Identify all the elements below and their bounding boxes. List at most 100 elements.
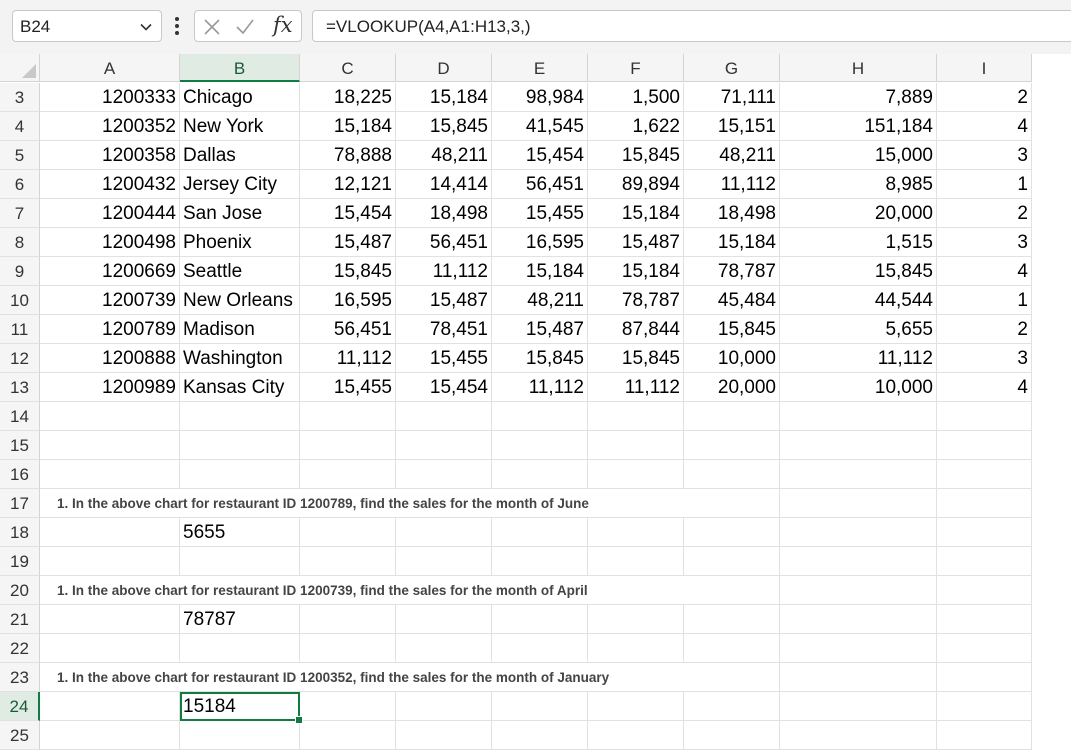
- cell-g8[interactable]: 15,184: [684, 228, 780, 257]
- cell-f10[interactable]: 78,787: [588, 286, 684, 315]
- cell-g24[interactable]: [684, 692, 780, 721]
- insert-function-icon[interactable]: fx: [273, 13, 293, 37]
- row-header-18[interactable]: 18: [0, 518, 40, 547]
- cell-b11[interactable]: Madison: [180, 315, 300, 344]
- cell-a4[interactable]: 1200352: [40, 112, 180, 141]
- cell-a11[interactable]: 1200789: [40, 315, 180, 344]
- cell-f25[interactable]: [588, 721, 684, 750]
- cell-c24[interactable]: [300, 692, 396, 721]
- cell-d16[interactable]: [396, 460, 492, 489]
- cell-f20[interactable]: [588, 576, 684, 605]
- cell-b12[interactable]: Washington: [180, 344, 300, 373]
- cell-i24[interactable]: [937, 692, 1032, 721]
- cell-e12[interactable]: 15,845: [492, 344, 588, 373]
- cell-e6[interactable]: 56,451: [492, 170, 588, 199]
- cell-d7[interactable]: 18,498: [396, 199, 492, 228]
- cell-e4[interactable]: 41,545: [492, 112, 588, 141]
- cell-a22[interactable]: [40, 634, 180, 663]
- cell-a15[interactable]: [40, 431, 180, 460]
- cell-a13[interactable]: 1200989: [40, 373, 180, 402]
- cell-b4[interactable]: New York: [180, 112, 300, 141]
- row-header-12[interactable]: 12: [0, 344, 40, 373]
- cell-f24[interactable]: [588, 692, 684, 721]
- cell-g22[interactable]: [684, 634, 780, 663]
- cell-d11[interactable]: 78,451: [396, 315, 492, 344]
- cell-g14[interactable]: [684, 402, 780, 431]
- cell-a5[interactable]: 1200358: [40, 141, 180, 170]
- cell-h25[interactable]: [780, 721, 937, 750]
- chevron-down-icon[interactable]: [139, 20, 153, 34]
- cell-g3[interactable]: 71,111: [684, 83, 780, 112]
- cell-b22[interactable]: [180, 634, 300, 663]
- cell-a19[interactable]: [40, 547, 180, 576]
- cell-b7[interactable]: San Jose: [180, 199, 300, 228]
- cell-d24[interactable]: [396, 692, 492, 721]
- cell-a16[interactable]: [40, 460, 180, 489]
- cell-i13[interactable]: 4: [937, 373, 1032, 402]
- cell-h10[interactable]: 44,544: [780, 286, 937, 315]
- row-header-25[interactable]: 25: [0, 721, 40, 750]
- cell-c15[interactable]: [300, 431, 396, 460]
- cell-d4[interactable]: 15,845: [396, 112, 492, 141]
- row-header-3[interactable]: 3: [0, 83, 40, 112]
- column-header-h[interactable]: H: [780, 54, 937, 82]
- cell-a21[interactable]: [40, 605, 180, 634]
- row-header-13[interactable]: 13: [0, 373, 40, 402]
- check-icon[interactable]: [235, 18, 255, 36]
- cell-i23[interactable]: [937, 663, 1032, 692]
- cell-i3[interactable]: 2: [937, 83, 1032, 112]
- cancel-icon[interactable]: [203, 18, 221, 36]
- cell-d25[interactable]: [396, 721, 492, 750]
- cell-d19[interactable]: [396, 547, 492, 576]
- cell-b9[interactable]: Seattle: [180, 257, 300, 286]
- row-header-10[interactable]: 10: [0, 286, 40, 315]
- cell-e15[interactable]: [492, 431, 588, 460]
- cell-h12[interactable]: 11,112: [780, 344, 937, 373]
- cell-h6[interactable]: 8,985: [780, 170, 937, 199]
- cell-i19[interactable]: [937, 547, 1032, 576]
- cell-a20[interactable]: 1. In the above chart for restaurant ID …: [40, 576, 588, 605]
- cell-h20[interactable]: [780, 576, 937, 605]
- cell-i12[interactable]: 3: [937, 344, 1032, 373]
- cell-c4[interactable]: 15,184: [300, 112, 396, 141]
- column-header-a[interactable]: A: [40, 54, 180, 82]
- column-header-e[interactable]: E: [492, 54, 588, 82]
- cell-e25[interactable]: [492, 721, 588, 750]
- cell-f11[interactable]: 87,844: [588, 315, 684, 344]
- cell-e10[interactable]: 48,211: [492, 286, 588, 315]
- cell-h19[interactable]: [780, 547, 937, 576]
- cell-b10[interactable]: New Orleans: [180, 286, 300, 315]
- row-header-15[interactable]: 15: [0, 431, 40, 460]
- cell-c9[interactable]: 15,845: [300, 257, 396, 286]
- cell-f5[interactable]: 15,845: [588, 141, 684, 170]
- cell-c5[interactable]: 78,888: [300, 141, 396, 170]
- cell-d14[interactable]: [396, 402, 492, 431]
- cell-f6[interactable]: 89,894: [588, 170, 684, 199]
- cell-g17[interactable]: [684, 489, 780, 518]
- cell-b8[interactable]: Phoenix: [180, 228, 300, 257]
- cell-i8[interactable]: 3: [937, 228, 1032, 257]
- cell-f21[interactable]: [588, 605, 684, 634]
- cell-g13[interactable]: 20,000: [684, 373, 780, 402]
- cell-h14[interactable]: [780, 402, 937, 431]
- row-header-4[interactable]: 4: [0, 112, 40, 141]
- cell-g12[interactable]: 10,000: [684, 344, 780, 373]
- cell-h4[interactable]: 151,184: [780, 112, 937, 141]
- cell-h18[interactable]: [780, 518, 937, 547]
- cell-i18[interactable]: [937, 518, 1032, 547]
- cell-c12[interactable]: 11,112: [300, 344, 396, 373]
- cell-f14[interactable]: [588, 402, 684, 431]
- row-header-5[interactable]: 5: [0, 141, 40, 170]
- cell-h7[interactable]: 20,000: [780, 199, 937, 228]
- select-all-button[interactable]: [0, 54, 40, 82]
- cell-d13[interactable]: 15,454: [396, 373, 492, 402]
- cell-c13[interactable]: 15,455: [300, 373, 396, 402]
- cell-g23[interactable]: [684, 663, 780, 692]
- column-header-d[interactable]: D: [396, 54, 492, 82]
- row-header-14[interactable]: 14: [0, 402, 40, 431]
- cell-e7[interactable]: 15,455: [492, 199, 588, 228]
- cell-d8[interactable]: 56,451: [396, 228, 492, 257]
- cell-d5[interactable]: 48,211: [396, 141, 492, 170]
- cell-f22[interactable]: [588, 634, 684, 663]
- cell-d6[interactable]: 14,414: [396, 170, 492, 199]
